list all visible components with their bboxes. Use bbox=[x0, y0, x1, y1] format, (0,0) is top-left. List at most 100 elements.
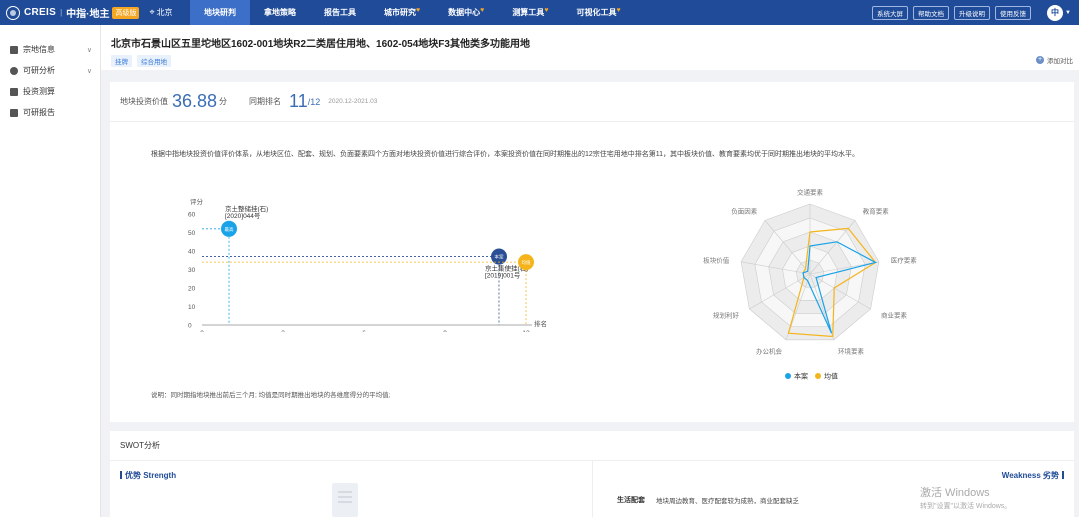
add-compare-button[interactable]: + 添加对比 bbox=[1036, 55, 1073, 65]
nav-item-6[interactable]: 可视化工具♥ bbox=[562, 0, 634, 25]
pie-icon bbox=[10, 66, 18, 75]
nav-item-label: 数据中心 bbox=[448, 8, 481, 17]
help-docs-button[interactable]: 帮助文档 bbox=[913, 5, 950, 20]
city-label: 北京 bbox=[156, 8, 173, 17]
feedback-button[interactable]: 使用反馈 bbox=[995, 5, 1032, 20]
upgrade-notes-button[interactable]: 升级说明 bbox=[954, 5, 991, 20]
windows-activation-watermark: 激活 Windows 转到"设置"以激活 Windows。 bbox=[920, 487, 1012, 510]
main-nav: 地块研判 拿地策略 报告工具 城市研究♥ 数据中心♥ 测算工具♥ 可视化工具♥ bbox=[190, 0, 635, 25]
point-code-label: [2020]044号 bbox=[225, 212, 261, 220]
radar-axis-label: 教育要素 bbox=[863, 207, 890, 216]
heart-icon: ♥ bbox=[616, 7, 621, 14]
sidebar-item-label: 投资测算 bbox=[23, 87, 55, 96]
nav-item-label: 可视化工具 bbox=[576, 8, 617, 17]
y-axis-label: 评分 bbox=[190, 197, 204, 206]
main-content: 北京市石景山区五里坨地区1602-001地块R2二类居住用地、1602-054地… bbox=[101, 25, 1079, 517]
sidebar-item-label: 宗地信息 bbox=[23, 45, 55, 54]
sidebar-item-label: 可研报告 bbox=[23, 108, 55, 117]
logo-separator: | bbox=[60, 8, 63, 17]
nav-item-0[interactable]: 地块研判 bbox=[190, 0, 250, 25]
city-selector[interactable]: ⌖ 北京 bbox=[149, 7, 172, 18]
sidebar-item-feasibility[interactable]: 可研分析 ∨ bbox=[0, 60, 100, 81]
chevron-down-icon[interactable]: ▼ bbox=[1065, 10, 1071, 16]
tag-land-use: 综合用地 bbox=[137, 55, 171, 67]
creis-logo-icon bbox=[6, 5, 20, 20]
nav-item-label: 报告工具 bbox=[324, 8, 356, 17]
plus-icon: + bbox=[1036, 56, 1044, 64]
add-compare-label: 添加对比 bbox=[1047, 58, 1073, 65]
tag-list: 挂牌 综合用地 bbox=[111, 55, 1069, 67]
heart-icon: ♥ bbox=[416, 7, 421, 14]
y-tick-label: 10 bbox=[188, 304, 196, 311]
sidebar-item-parcel-info[interactable]: 宗地信息 ∨ bbox=[0, 39, 100, 60]
empty-document-icon bbox=[332, 483, 358, 517]
logo-text: CREIS bbox=[24, 7, 57, 18]
radar-axis-label: 医疗要素 bbox=[891, 255, 918, 264]
radar-axis-label: 环境要素 bbox=[838, 347, 865, 356]
legend-marker bbox=[785, 373, 791, 379]
chevron-down-icon: ∨ bbox=[86, 46, 92, 54]
period: 2020.12-2021.03 bbox=[328, 98, 378, 105]
life-facility-label: 生活配套 bbox=[617, 497, 645, 504]
calc-icon bbox=[10, 87, 18, 96]
nav-item-3[interactable]: 城市研究♥ bbox=[370, 0, 434, 25]
factor-radar-chart: 交通要素教育要素医疗要素商业要素环境要素 办公机会 规划利好 板块价值 负面因素本案 均值 bbox=[703, 188, 918, 381]
evaluation-description: 根据中指地块投资价值评价体系，从地块区位、配套、规划、负面要素四个方面对地块投资… bbox=[151, 151, 860, 158]
life-facility-text: 地块周边教育、医疗配套较为成熟，商业配套缺乏 bbox=[656, 498, 799, 505]
rank-value: 11 bbox=[289, 91, 308, 111]
nav-item-2[interactable]: 报告工具 bbox=[310, 0, 370, 25]
rank-label: 同期排名 bbox=[249, 97, 282, 106]
user-avatar[interactable]: 中 bbox=[1047, 4, 1064, 21]
score-rank-scatter-chart: 0 10 20 30 40 50 60 0 3 6 9 12 评分排名 最高 京土整储挂(石)[2020]0… bbox=[188, 197, 547, 332]
y-tick-label: 0 bbox=[188, 323, 192, 330]
nav-item-label: 拿地策略 bbox=[264, 8, 296, 17]
point-marker-label: 最高 bbox=[225, 226, 234, 233]
system-screen-button[interactable]: 系统大屏 bbox=[872, 5, 909, 20]
nav-item-1[interactable]: 拿地策略 bbox=[250, 0, 310, 25]
nav-item-5[interactable]: 测算工具♥ bbox=[498, 0, 562, 25]
radar-axis-label: 办公机会 bbox=[756, 347, 783, 356]
nav-item-label: 城市研究 bbox=[384, 8, 416, 17]
nav-item-label: 测算工具 bbox=[512, 8, 545, 17]
radar-axis-label: 规划利好 bbox=[713, 311, 740, 320]
weakness-heading: Weakness 劣势 bbox=[1002, 470, 1064, 481]
point-name-label: 京土整储挂(石) bbox=[225, 204, 268, 213]
score-label: 地块投资价值 bbox=[120, 97, 168, 106]
legend-label: 均值 bbox=[824, 372, 838, 381]
point-code-label: [2019]001号 bbox=[485, 272, 521, 280]
logo[interactable]: CREIS | 中指·地主 高级版 ⌖ 北京 bbox=[0, 5, 190, 20]
heart-icon: ♥ bbox=[544, 7, 549, 14]
radar-axis-label: 板块价值 bbox=[703, 255, 730, 264]
brand-name: 中指·地主 bbox=[66, 9, 110, 20]
point-marker-label: 本案 bbox=[495, 254, 504, 261]
radar-axis-label: 交通要素 bbox=[797, 188, 824, 197]
score-unit: 分 bbox=[219, 97, 228, 106]
y-tick-label: 50 bbox=[188, 230, 196, 237]
y-tick-label: 30 bbox=[188, 267, 196, 274]
chart-note: 说明：同时期指地块推出前后三个月; 均值是同时期推出地块的各维度得分的平均值; bbox=[151, 392, 391, 399]
chevron-down-icon: ∨ bbox=[86, 67, 92, 75]
swot-divider bbox=[592, 461, 593, 517]
heart-icon: ♥ bbox=[480, 7, 485, 14]
legend-label: 本案 bbox=[794, 372, 808, 381]
score-value: 36.88 bbox=[172, 91, 218, 111]
x-tick-label: 12 bbox=[522, 330, 530, 332]
nav-item-label: 地块研判 bbox=[204, 8, 236, 17]
radar-axis-label: 负面因素 bbox=[731, 207, 758, 216]
swot-title: SWOT分析 bbox=[110, 431, 1074, 461]
rank-total: /12 bbox=[307, 96, 321, 107]
x-tick-label: 6 bbox=[362, 330, 366, 332]
top-navbar: CREIS | 中指·地主 高级版 ⌖ 北京 地块研判 拿地策略 报告工具 城市研究♥… bbox=[0, 0, 1079, 25]
sidebar: 宗地信息 ∨ 可研分析 ∨ 投资测算 可研报告 bbox=[0, 25, 101, 517]
tag-listing: 挂牌 bbox=[111, 55, 132, 67]
sidebar-item-report[interactable]: 可研报告 bbox=[0, 102, 100, 123]
y-tick-label: 40 bbox=[188, 249, 196, 256]
y-tick-label: 60 bbox=[188, 212, 196, 219]
page-title: 北京市石景山区五里坨地区1602-001地块R2二类居住用地、1602-054地… bbox=[111, 39, 530, 50]
sidebar-item-investment-calc[interactable]: 投资测算 bbox=[0, 81, 100, 102]
x-tick-label: 0 bbox=[200, 330, 204, 332]
pro-badge: 高级版 bbox=[112, 6, 140, 19]
nav-item-4[interactable]: 数据中心♥ bbox=[434, 0, 498, 25]
x-tick-label: 9 bbox=[443, 330, 447, 332]
point-marker-label: 均值 bbox=[522, 259, 531, 266]
